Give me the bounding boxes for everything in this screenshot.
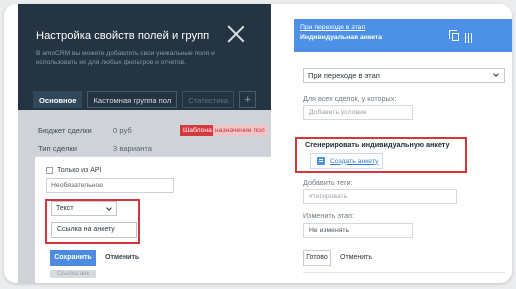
create-form-label: Создать анкету xyxy=(330,157,379,165)
api-only-option[interactable]: Только из API xyxy=(46,167,102,174)
close-icon[interactable] xyxy=(227,25,245,43)
api-only-checkbox[interactable] xyxy=(46,167,53,174)
api-only-label: Только из API xyxy=(57,167,102,174)
add-tags-label: Добавить теги: xyxy=(303,178,353,187)
field-settings-header: Настройка свойств полей и групп В amoCRM… xyxy=(18,4,271,110)
change-stage-label: Изменить этап: xyxy=(303,211,355,220)
save-button[interactable]: Сохранить xyxy=(50,250,96,266)
trigger-condition-link[interactable]: При переходе в этап xyxy=(300,24,365,31)
trigger-settings-panel: При переходе в этап Индивидуальная анкет… xyxy=(274,4,512,283)
chevron-down-icon xyxy=(493,71,499,77)
screenshot-frame: Настройка свойств полей и групп В amoCRM… xyxy=(4,4,512,283)
generate-form-title: Сгенерировать индивидуальную анкету xyxy=(305,140,450,149)
cancel-button[interactable]: Отменить xyxy=(105,250,139,266)
trigger-name: Индивидуальная анкета xyxy=(300,34,383,41)
panel-description: В amoCRM вы можете добавлять свои уникал… xyxy=(36,50,215,66)
trigger-stage-select[interactable]: При переходе в этап xyxy=(303,68,505,83)
change-stage-select[interactable]: Не изменять xyxy=(303,223,413,238)
field-value: 3 варианта xyxy=(113,144,153,153)
assignment-badge: назначение пол xyxy=(213,125,268,136)
field-edit-card: Только из API Необязательное Текст Ссылк… xyxy=(35,156,271,283)
form-icon xyxy=(317,157,325,165)
tags-input[interactable]: #тегировать xyxy=(303,189,457,204)
group-tabs: Основное Кастомная группа пол Статистика… xyxy=(33,89,261,109)
field-name-input[interactable]: Ссылка на анкету xyxy=(51,222,137,238)
create-form-button[interactable]: Создать анкету xyxy=(310,153,383,169)
chevron-down-icon xyxy=(106,205,112,211)
field-type-value: Текст xyxy=(56,205,74,212)
tab-statistics[interactable]: Статистика xyxy=(182,90,235,108)
cancel-button[interactable]: Отменить xyxy=(340,250,372,266)
field-row-deal-type[interactable]: Тип сделки 3 варианта xyxy=(32,140,271,157)
tab-custom-group[interactable]: Кастомная группа пол xyxy=(87,90,178,108)
field-name: Тип сделки xyxy=(38,144,77,153)
add-tab-button[interactable]: + xyxy=(239,90,257,108)
done-button[interactable]: Готово xyxy=(303,250,331,266)
trigger-header: При переходе в этап Индивидуальная анкет… xyxy=(294,19,512,52)
panel-title: Настройка свойств полей и групп xyxy=(36,30,210,42)
field-row-budget[interactable]: Бюджет сделки 0 руб Шаблона назначение п… xyxy=(32,122,271,139)
all-deals-label: Для всех сделок, у которых: xyxy=(303,94,397,103)
stage-select-value: При переходе в этап xyxy=(308,71,380,80)
field-type-select[interactable]: Текст xyxy=(51,201,117,216)
field-value: 0 руб xyxy=(113,126,132,135)
template-badge: Шаблона xyxy=(180,125,215,136)
field-name: Бюджет сделки xyxy=(38,126,92,135)
ghost-field-item: Ссылка анк xyxy=(50,270,96,278)
add-condition-input[interactable]: Добавить условие xyxy=(303,105,413,120)
field-settings-panel: Настройка свойств полей и групп В amoCRM… xyxy=(18,4,271,283)
tab-main[interactable]: Основное xyxy=(33,90,83,108)
divider xyxy=(303,272,505,273)
required-field-input[interactable]: Необязательное xyxy=(46,178,174,193)
copy-icon[interactable] xyxy=(449,30,459,41)
menu-icon[interactable] xyxy=(465,33,473,43)
